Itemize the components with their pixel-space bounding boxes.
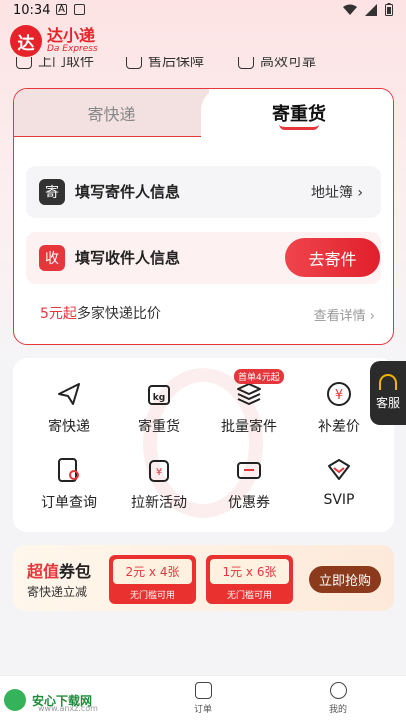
service-coupons[interactable]: 优惠券 xyxy=(209,456,289,512)
buy-now-button[interactable]: 立即抢购 xyxy=(309,566,381,593)
order-search-icon xyxy=(55,456,83,484)
voucher-card: 2元 x 4张 无门槛可用 xyxy=(109,555,196,604)
watermark-icon xyxy=(4,689,26,711)
coupon-banner[interactable]: 超值券包 寄快递立减 2元 x 4张 无门槛可用 1元 x 6张 无门槛可用 立… xyxy=(13,545,394,611)
feature-reliable: 高效可靠 xyxy=(238,57,316,71)
voucher-card: 1元 x 6张 无门槛可用 xyxy=(206,555,293,604)
address-book-link[interactable]: 地址簿 › xyxy=(311,182,363,202)
coupon-title: 超值券包 xyxy=(27,562,92,581)
svg-text:kg: kg xyxy=(153,393,165,403)
service-price-diff[interactable]: ¥ 补差价 xyxy=(299,380,379,436)
home-icon xyxy=(16,57,32,69)
send-button[interactable]: 去寄件 xyxy=(285,238,380,277)
wifi-icon xyxy=(343,4,357,15)
active-tab-indicator xyxy=(279,124,319,130)
feature-aftersale: 售后保障 xyxy=(126,57,204,71)
ticket-icon xyxy=(235,456,263,484)
tab-express[interactable]: 寄快递 xyxy=(14,89,209,137)
compare-text: 5元起多家快递比价 xyxy=(40,306,161,322)
feature-pickup: 上门取件 xyxy=(16,57,94,71)
weight-icon: kg xyxy=(145,380,173,408)
lightning-icon xyxy=(238,57,254,69)
sender-badge: 寄 xyxy=(39,179,65,205)
nav-orders[interactable]: 订单 xyxy=(173,682,233,715)
receiver-row[interactable]: 收 填写收件人信息 去寄件 xyxy=(26,232,381,284)
gift-bag-icon: ¥ xyxy=(145,456,173,484)
customer-service-button[interactable]: 客服 xyxy=(370,361,406,425)
chevron-right-icon: › xyxy=(357,185,363,201)
app-name: 达小递 xyxy=(47,26,96,45)
service-referral[interactable]: ¥ 拉新活动 xyxy=(119,456,199,512)
battery-icon xyxy=(385,3,393,16)
svg-text:¥: ¥ xyxy=(156,467,162,478)
status-time: 10:34 xyxy=(13,3,51,18)
receiver-label: 填写收件人信息 xyxy=(75,249,181,267)
service-order-search[interactable]: 订单查询 xyxy=(29,456,109,512)
logo-icon: 达 xyxy=(10,25,42,57)
orders-icon xyxy=(194,682,212,699)
diamond-icon xyxy=(325,456,353,484)
tab-heavy-cargo[interactable]: 寄重货 xyxy=(201,89,393,138)
app-name-en: Da Express xyxy=(47,44,98,54)
coupon-subtitle: 寄快递立减 xyxy=(27,585,88,599)
service-svip[interactable]: SVIP xyxy=(299,456,379,508)
shield-icon xyxy=(126,57,142,69)
services-grid: 寄快递 kg 寄重货 批量寄件 ¥ 补差价 订单查询 ¥ 拉新活动 优惠券 SV… xyxy=(13,358,394,532)
feature-strip: 上门取件 售后保障 高效可靠 xyxy=(0,57,406,75)
stack-icon xyxy=(235,380,263,408)
status-bar: 10:34 A xyxy=(0,0,406,22)
signal-icon xyxy=(365,3,377,16)
image-icon xyxy=(74,4,85,15)
service-heavy[interactable]: kg 寄重货 xyxy=(119,380,199,436)
headset-icon xyxy=(379,374,397,390)
sender-row[interactable]: 寄 填写寄件人信息 地址簿 › xyxy=(26,166,381,218)
shipping-card: 寄快递 寄重货 寄 填写寄件人信息 地址簿 › 收 填写收件人信息 去寄件 5元… xyxy=(13,88,394,345)
view-details-link[interactable]: 查看详情 › xyxy=(314,305,375,324)
sender-label: 填写寄件人信息 xyxy=(75,183,181,201)
notification-icon: A xyxy=(56,4,67,15)
nav-mine[interactable]: 我的 xyxy=(308,682,368,715)
profile-icon xyxy=(329,682,347,699)
yuan-icon: ¥ xyxy=(325,380,353,408)
batch-promo-tag: 首单4元起 xyxy=(234,369,284,384)
service-batch[interactable]: 批量寄件 xyxy=(209,380,289,436)
chevron-right-icon: › xyxy=(369,309,375,324)
download-site-watermark: 安心下载网 www.anxz.com xyxy=(4,689,98,713)
app-logo: 达 达小递 Da Express xyxy=(10,24,98,58)
paper-plane-icon xyxy=(55,380,83,408)
receiver-badge: 收 xyxy=(39,245,65,271)
svg-text:¥: ¥ xyxy=(335,388,343,403)
service-express[interactable]: 寄快递 xyxy=(29,380,109,436)
